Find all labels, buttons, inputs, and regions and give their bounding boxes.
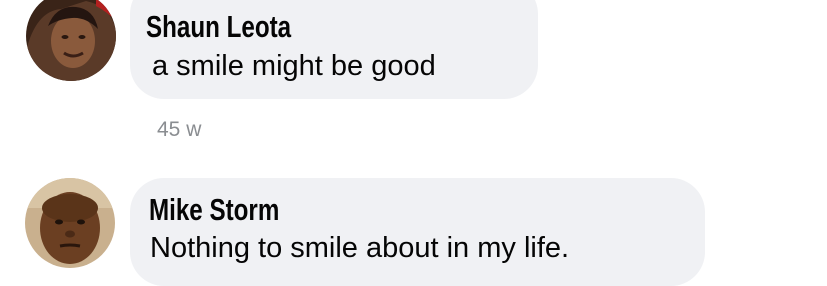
comment-text: a smile might be good xyxy=(152,50,436,82)
avatar[interactable] xyxy=(26,0,116,81)
comment-bubble: Mike Storm Nothing to smile about in my … xyxy=(130,178,705,286)
comment-author[interactable]: Mike Storm xyxy=(149,192,279,228)
user-avatar-photo-icon xyxy=(25,178,115,268)
user-avatar-photo-icon xyxy=(26,0,116,81)
avatar[interactable] xyxy=(25,178,115,268)
comment-bubble: Shaun Leota a smile might be good xyxy=(130,0,538,99)
comment-timestamp[interactable]: 45 w xyxy=(157,118,201,142)
comment-text: Nothing to smile about in my life. xyxy=(150,232,570,264)
comment-author[interactable]: Shaun Leota xyxy=(146,9,291,45)
